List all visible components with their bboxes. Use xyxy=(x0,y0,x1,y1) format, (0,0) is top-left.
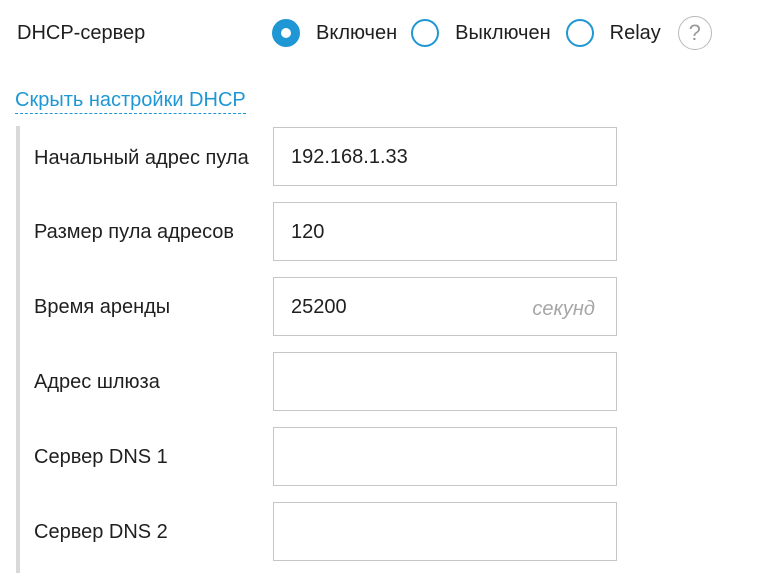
hide-dhcp-settings-link[interactable]: Скрыть настройки DHCP xyxy=(15,88,246,114)
dhcp-mode-radio-group: Включен Выключен Relay ? xyxy=(272,16,712,50)
dns2-label: Сервер DNS 2 xyxy=(34,521,168,543)
radio-option-disabled[interactable]: Выключен xyxy=(411,19,566,47)
radio-label-disabled: Выключен xyxy=(455,22,551,44)
pool-start-value: 192.168.1.33 xyxy=(291,146,408,168)
help-icon[interactable]: ? xyxy=(677,16,712,50)
settings-group-bar xyxy=(16,126,20,573)
gateway-input[interactable] xyxy=(273,352,617,411)
pool-size-label: Размер пула адресов xyxy=(34,221,235,243)
radio-label-enabled: Включен xyxy=(316,22,398,44)
radio-option-relay[interactable]: Relay xyxy=(565,19,678,47)
radio-label-relay: Relay xyxy=(609,22,661,44)
dns1-label: Сервер DNS 1 xyxy=(34,446,168,468)
pool-size-input[interactable]: 120 xyxy=(273,202,617,261)
lease-time-label: Время аренды xyxy=(34,296,171,318)
radio-option-enabled[interactable]: Включен xyxy=(272,19,411,47)
pool-start-label: Начальный адрес пула xyxy=(34,147,249,169)
dns1-input[interactable] xyxy=(273,427,617,486)
gateway-label: Адрес шлюза xyxy=(34,371,160,393)
pool-start-input[interactable]: 192.168.1.33 xyxy=(273,127,617,186)
radio-unchecked-icon[interactable] xyxy=(565,19,594,47)
dhcp-server-label: DHCP-сервер xyxy=(17,22,146,44)
pool-size-value: 120 xyxy=(291,221,325,243)
radio-checked-icon[interactable] xyxy=(272,19,300,47)
lease-time-unit: секунд xyxy=(532,298,595,320)
lease-time-value: 25200 xyxy=(291,296,347,318)
lease-time-input[interactable]: 25200 секунд xyxy=(273,277,617,336)
dns2-input[interactable] xyxy=(273,502,617,561)
radio-unchecked-icon[interactable] xyxy=(411,19,440,47)
